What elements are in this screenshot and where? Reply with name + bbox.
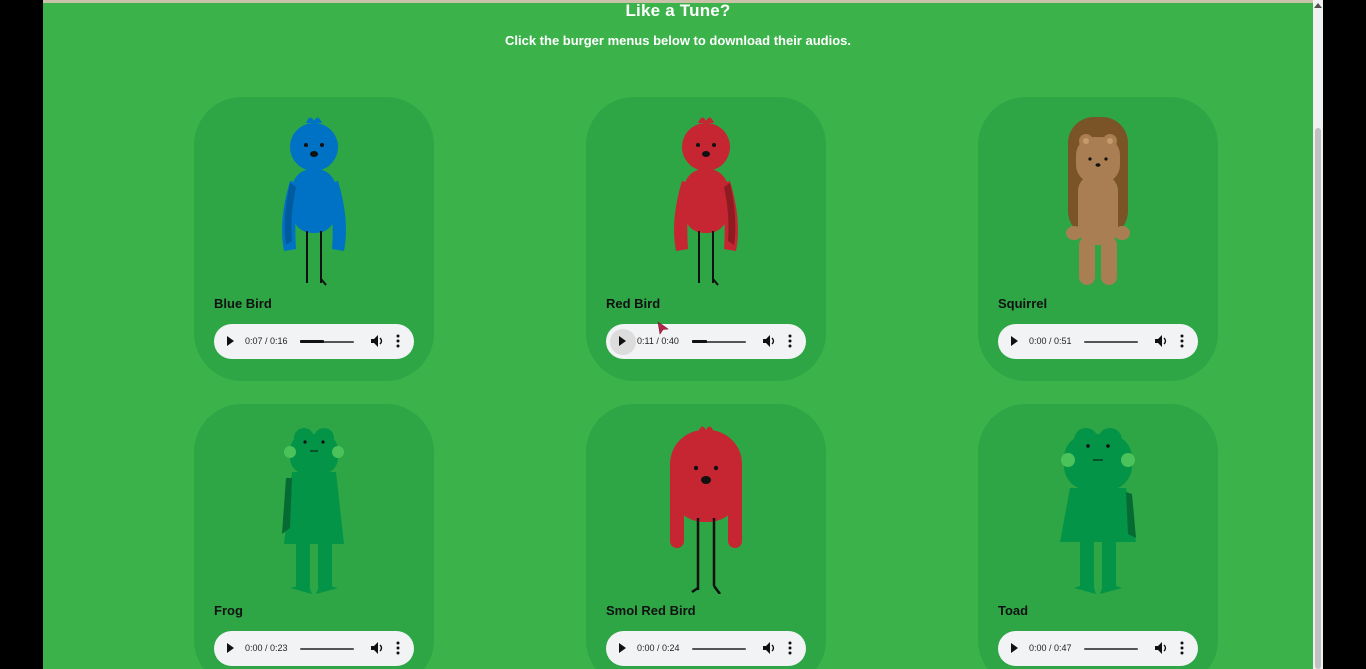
character-name: Toad (998, 603, 1029, 618)
play-icon[interactable] (1011, 336, 1018, 346)
blue-bird-icon (282, 117, 346, 286)
audio-time: 0:11 / 0:40 (637, 336, 679, 346)
volume-icon[interactable] (370, 334, 384, 348)
audio-time: 0:00 / 0:51 (1029, 336, 1072, 346)
more-options-icon[interactable] (788, 641, 792, 655)
character-card-blue-bird: Blue Bird 0:07 / 0:16 (194, 97, 434, 381)
audio-player[interactable]: 0:00 / 0:23 (214, 631, 414, 666)
audio-progress-bar[interactable] (300, 648, 354, 650)
character-name: Blue Bird (214, 296, 272, 311)
volume-icon[interactable] (762, 641, 776, 655)
audio-time: 0:07 / 0:16 (245, 336, 288, 346)
audio-player[interactable]: 0:11 / 0:40 (606, 324, 806, 359)
volume-icon[interactable] (762, 334, 776, 348)
more-options-icon[interactable] (788, 334, 792, 348)
audio-progress-bar[interactable] (1084, 648, 1138, 650)
page-heading: Like a Tune? (625, 1, 731, 20)
character-name: Smol Red Bird (606, 603, 696, 618)
play-icon[interactable] (619, 643, 626, 653)
volume-icon[interactable] (1154, 334, 1168, 348)
scroll-up-arrow-icon[interactable] (1314, 3, 1322, 8)
character-name: Squirrel (998, 296, 1048, 311)
volume-icon[interactable] (1154, 641, 1168, 655)
more-options-icon[interactable] (396, 641, 400, 655)
audio-player[interactable]: 0:00 / 0:51 (998, 324, 1198, 359)
audio-time: 0:00 / 0:24 (637, 643, 680, 653)
red-bird-icon (674, 117, 738, 286)
character-name: Frog (214, 603, 243, 618)
audio-progress-fill (692, 340, 707, 343)
character-card-frog: Frog 0:00 / 0:23 (194, 404, 434, 669)
character-card-smol-red-bird: Smol Red Bird 0:00 / 0:24 (586, 404, 826, 669)
play-icon[interactable] (1011, 643, 1018, 653)
audio-time: 0:00 / 0:23 (245, 643, 288, 653)
vertical-scrollbar[interactable] (1313, 0, 1323, 669)
audio-progress-bar[interactable] (300, 340, 354, 343)
play-icon[interactable] (227, 643, 234, 653)
audio-player[interactable]: 0:00 / 0:47 (998, 631, 1198, 666)
mouse-cursor-icon (657, 321, 669, 335)
audio-player[interactable]: 0:00 / 0:24 (606, 631, 806, 666)
audio-time: 0:00 / 0:47 (1029, 643, 1072, 653)
character-card-red-bird: Red Bird 0:11 / 0:40 (586, 97, 826, 381)
squirrel-icon (1066, 117, 1130, 285)
scrollbar-thumb[interactable] (1315, 128, 1321, 669)
more-options-icon[interactable] (1180, 334, 1184, 348)
volume-icon[interactable] (370, 641, 384, 655)
smol-red-bird-icon (670, 426, 742, 594)
toad-icon (1060, 428, 1136, 594)
character-card-squirrel: Squirrel 0:00 / 0:51 (978, 97, 1218, 381)
character-name: Red Bird (606, 296, 661, 311)
frog-icon (282, 428, 344, 594)
play-icon[interactable] (619, 336, 626, 346)
audio-player[interactable]: 0:07 / 0:16 (214, 324, 414, 359)
audio-progress-fill (300, 340, 324, 343)
page-viewport: Like a Tune? Click the burger menus belo… (43, 0, 1313, 669)
more-options-icon[interactable] (396, 334, 400, 348)
audio-progress-bar[interactable] (692, 340, 746, 343)
play-icon[interactable] (227, 336, 234, 346)
character-card-toad: Toad 0:00 / 0:47 (978, 404, 1218, 669)
audio-progress-bar[interactable] (692, 648, 746, 650)
more-options-icon[interactable] (1180, 641, 1184, 655)
audio-progress-bar[interactable] (1084, 341, 1138, 343)
page-subheading: Click the burger menus below to download… (505, 33, 851, 48)
